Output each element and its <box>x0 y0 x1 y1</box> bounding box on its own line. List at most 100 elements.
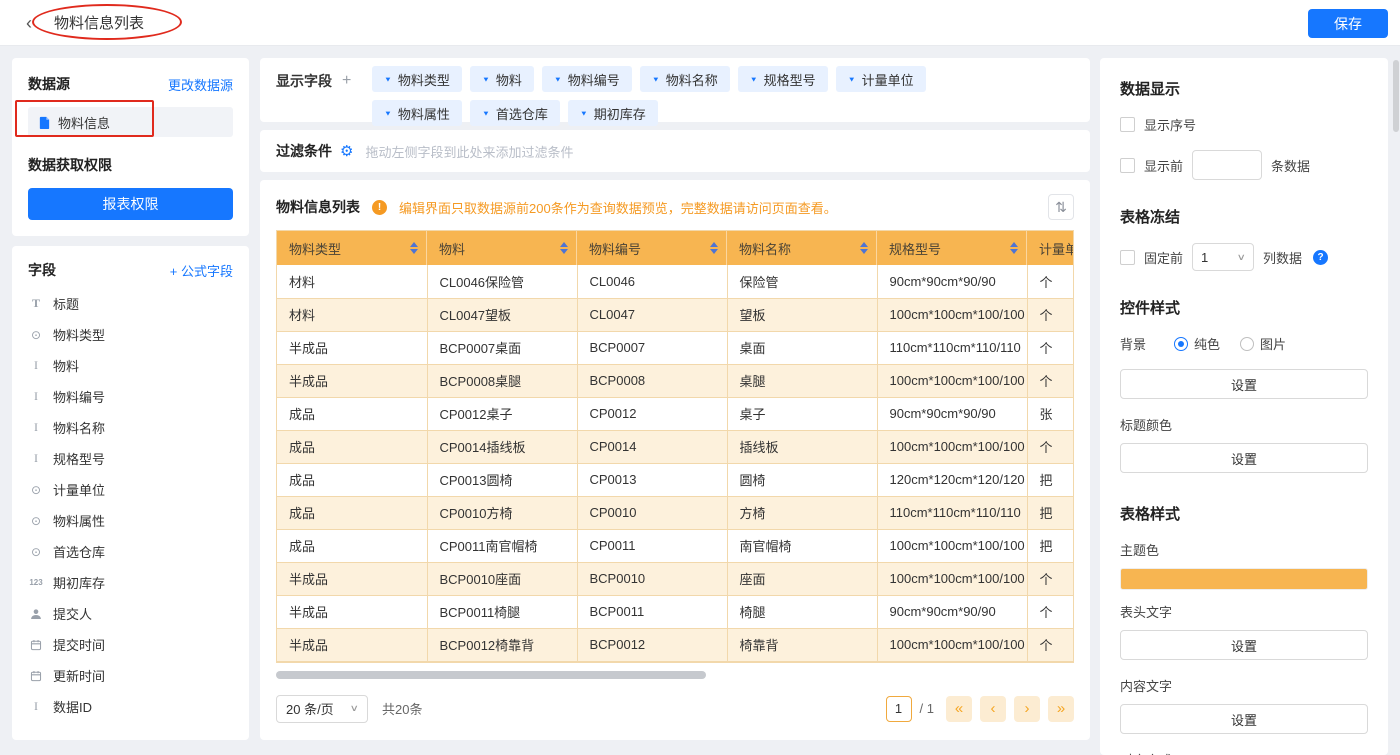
first-page-button[interactable]: « <box>946 695 972 722</box>
preview-notice: 编辑界面只取数据源前200条作为查询数据预览，完整数据请访问页面查看。 <box>399 200 837 216</box>
freeze-heading: 表格冻结 <box>1120 209 1181 226</box>
gear-icon[interactable]: ⚙ <box>340 142 353 160</box>
page-size-value: 20 条/页 <box>286 702 334 717</box>
select-icon: ⊙ <box>30 544 42 559</box>
datasource-item[interactable]: 物料信息 <box>28 107 233 137</box>
display-field-chip[interactable]: ▼ 物料属性 <box>372 100 462 126</box>
content-text-set-button[interactable]: 设置 <box>1120 704 1368 734</box>
time-icon <box>28 670 44 682</box>
freeze-checkbox[interactable] <box>1120 249 1135 265</box>
display-field-chip[interactable]: ▼ 物料 <box>469 66 534 92</box>
column-header[interactable]: 规格型号 <box>877 231 1027 265</box>
table-row: 半成品 BCP0008桌腿 BCP0008 桌腿 100cm*100cm*100/100… <box>277 364 1073 398</box>
table-cell: CP0013圆椅 <box>427 463 578 497</box>
table-cell: 100cm*100cm*100/100 <box>877 430 1028 464</box>
back-icon[interactable]: ‹ <box>26 14 32 32</box>
table-cell: CP0014插线板 <box>427 430 578 464</box>
scrollbar-thumb[interactable] <box>1393 60 1399 132</box>
table-cell: 个 <box>1027 562 1073 596</box>
column-header[interactable]: 物料类型 <box>277 231 427 265</box>
display-field-chip[interactable]: ▼ 物料类型 <box>372 66 462 92</box>
title-color-label: 标题颜色 <box>1120 418 1173 433</box>
save-button[interactable]: 保存 <box>1308 9 1388 38</box>
next-page-button[interactable]: › <box>1014 695 1040 722</box>
prev-page-button[interactable]: ‹ <box>980 695 1006 722</box>
chip-label: 计量单位 <box>861 72 914 88</box>
field-item[interactable]: I 物料名称 <box>28 412 233 443</box>
column-header[interactable]: 物料 <box>427 231 577 265</box>
field-item[interactable]: I 数据ID <box>28 691 233 722</box>
display-field-chip[interactable]: ▼ 期初库存 <box>567 100 658 126</box>
chevron-down-icon: ▼ <box>384 75 392 83</box>
table-cell: 成品 <box>277 529 428 563</box>
fields-heading: 字段 <box>28 262 56 278</box>
column-header[interactable]: 物料编号 <box>577 231 727 265</box>
chip-label: 规格型号 <box>763 72 816 88</box>
display-field-chip[interactable]: ▼ 物料编号 <box>541 66 632 92</box>
current-page-box[interactable]: 1 <box>885 695 912 722</box>
header-text-set-button[interactable]: 设置 <box>1120 630 1368 660</box>
show-first-checkbox[interactable] <box>1120 157 1135 173</box>
table-cell: 材料 <box>277 298 428 332</box>
sort-icon[interactable] <box>410 242 418 254</box>
report-permission-button[interactable]: 报表权限 <box>28 188 233 220</box>
field-item-label: 更新时间 <box>53 669 106 684</box>
field-item[interactable]: I 物料 <box>28 350 233 381</box>
chevron-down-icon: ▼ <box>553 75 562 83</box>
radio-selected-icon <box>1174 336 1189 351</box>
table-cell: BCP0011椅腿 <box>427 595 578 629</box>
field-item[interactable]: 123 期初库存 <box>28 567 233 598</box>
display-field-chip[interactable]: ▼ 计量单位 <box>835 66 926 92</box>
add-formula-field-link[interactable]: + 公式字段 <box>170 261 233 280</box>
sort-icon[interactable] <box>710 242 718 254</box>
field-item[interactable]: ⊙ 物料类型 <box>28 319 233 350</box>
sort-icon[interactable] <box>860 242 868 254</box>
image-radio[interactable]: 图片 <box>1240 334 1286 353</box>
display-field-chip[interactable]: ▼ 物料名称 <box>639 66 730 92</box>
last-page-button[interactable]: » <box>1048 695 1074 722</box>
field-item[interactable]: T 标题 <box>28 288 233 319</box>
help-icon[interactable]: ? <box>1313 249 1329 265</box>
table-viewport: 物料类型物料物料编号物料名称规格型号计量单位 材料CL0046保险管CL0046… <box>276 230 1074 663</box>
title-color-set-button[interactable]: 设置 <box>1120 443 1368 473</box>
table-cell: BCP0010 <box>577 562 728 596</box>
field-item[interactable]: 提交人 <box>28 598 233 629</box>
theme-color-swatch[interactable] <box>1120 568 1368 590</box>
sort-toggle-button[interactable]: ⇅ <box>1048 194 1074 220</box>
table-cell: CP0012桌子 <box>427 397 578 431</box>
add-display-field-icon[interactable]: + <box>342 73 351 89</box>
display-field-chip[interactable]: ▼ 规格型号 <box>737 66 828 92</box>
table-cell: 保险管 <box>727 265 878 299</box>
scrollbar-thumb[interactable] <box>276 670 706 679</box>
show-first-count-input[interactable] <box>1192 150 1263 180</box>
filter-drop-zone[interactable]: 过滤条件 ⚙ 拖动左侧字段到此处来添加过滤条件 <box>260 130 1090 172</box>
table-row: 半成品 BCP0007桌面 BCP0007 桌面 110cm*110cm*110/110… <box>277 331 1073 365</box>
page-scrollbar[interactable] <box>1393 50 1399 755</box>
title-icon: T <box>31 296 40 310</box>
show-index-checkbox[interactable] <box>1120 117 1135 132</box>
field-item[interactable]: 更新时间 <box>28 660 233 691</box>
page-size-select[interactable]: 20 条/页 ∨ <box>276 694 368 723</box>
field-item[interactable]: ⊙ 物料属性 <box>28 505 233 536</box>
chevron-down-icon: ▼ <box>384 109 392 117</box>
field-item[interactable]: I 物料编号 <box>28 381 233 412</box>
column-header[interactable]: 物料名称 <box>727 231 877 265</box>
field-item[interactable]: ⊙ 计量单位 <box>28 474 233 505</box>
display-field-chip[interactable]: ▼ 首选仓库 <box>469 100 560 126</box>
field-item[interactable]: I 规格型号 <box>28 443 233 474</box>
column-header[interactable]: 计量单位 <box>1027 231 1073 265</box>
solid-color-radio[interactable]: 纯色 <box>1174 334 1220 353</box>
background-set-button[interactable]: 设置 <box>1120 369 1368 399</box>
table-cell: BCP0012 <box>577 628 728 662</box>
field-item[interactable]: 提交时间 <box>28 629 233 660</box>
sort-icon[interactable] <box>1010 242 1018 254</box>
change-datasource-link[interactable]: 更改数据源 <box>168 75 233 94</box>
horizontal-scrollbar[interactable] <box>276 670 1074 679</box>
freeze-count-select[interactable]: 1 ∨ <box>1192 243 1255 271</box>
field-item[interactable]: ⊙ 首选仓库 <box>28 536 233 567</box>
table-cell: 成品 <box>277 496 428 530</box>
table-row: 成品 CP0011南官帽椅 CP0011 南官帽椅 100cm*100cm*100/10… <box>277 529 1073 563</box>
sort-icon[interactable] <box>560 242 568 254</box>
data-table: 物料类型物料物料编号物料名称规格型号计量单位 材料CL0046保险管CL0046… <box>277 231 1073 662</box>
background-label: 背景 <box>1120 337 1147 352</box>
